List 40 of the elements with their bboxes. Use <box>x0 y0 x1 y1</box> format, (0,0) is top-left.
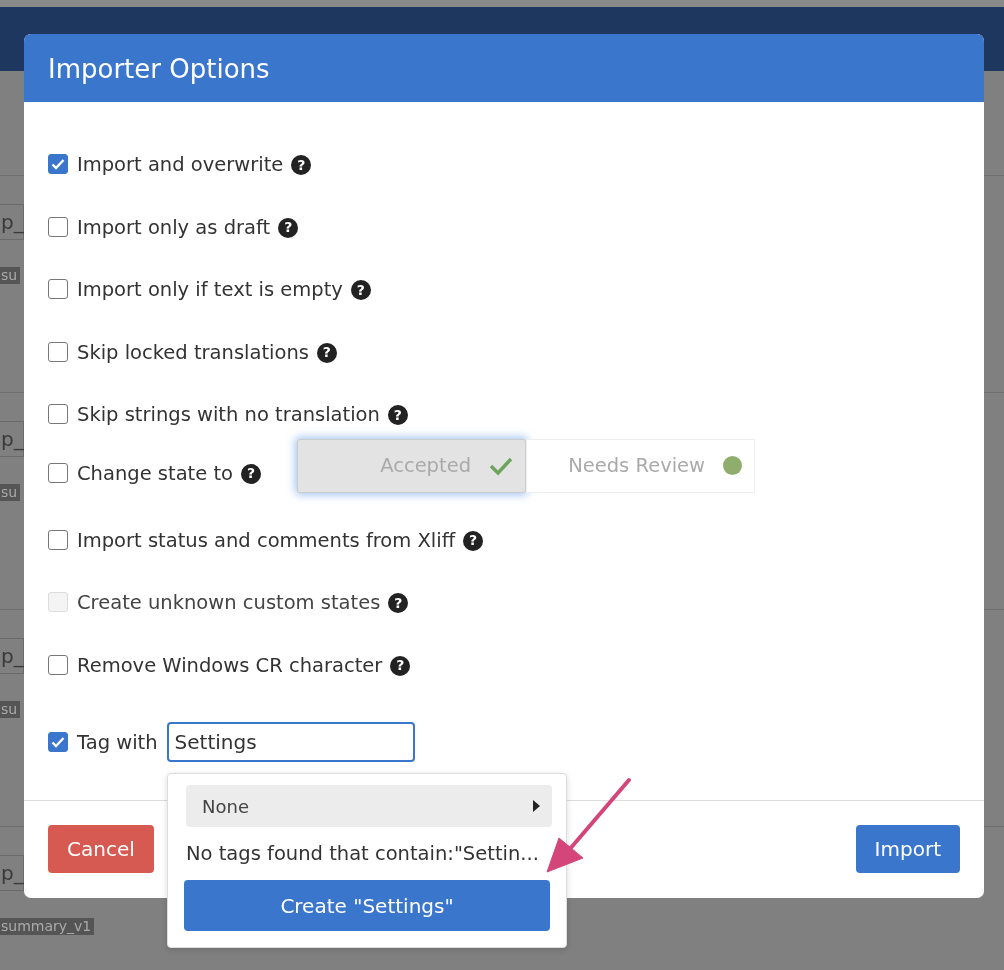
cancel-button[interactable]: Cancel <box>48 825 154 873</box>
help-icon[interactable]: ? <box>316 342 337 363</box>
help-icon[interactable]: ? <box>278 217 299 238</box>
checkbox[interactable] <box>48 154 68 174</box>
checkbox[interactable] <box>48 341 68 362</box>
label-tag: su <box>0 267 21 284</box>
item-label: None <box>202 794 249 819</box>
checkbox[interactable] <box>48 216 68 237</box>
help-icon[interactable]: ? <box>350 280 371 300</box>
checkbox[interactable] <box>48 732 68 752</box>
checkbox[interactable] <box>48 404 68 424</box>
option-label: Import only if text is empty <box>77 277 343 303</box>
label-tag: su <box>0 484 21 501</box>
checkbox[interactable] <box>48 279 68 299</box>
caret-icon <box>532 800 540 812</box>
import-button[interactable]: Import <box>855 825 960 873</box>
checkbox[interactable] <box>48 654 68 675</box>
option-label: Import status and comments from Xliff <box>77 527 456 554</box>
option-label: Skip locked translations <box>77 339 309 366</box>
option-label: Import only as draft <box>77 214 271 241</box>
checkbox[interactable] <box>48 529 68 550</box>
dropdown-item[interactable]: None <box>186 785 552 827</box>
option-label: Change state to <box>77 460 234 487</box>
option-label: Tag with <box>77 730 158 756</box>
help-icon[interactable]: ? <box>291 155 312 175</box>
option-label: Skip strings with no translation <box>77 402 380 428</box>
label-tag: summary_v1 <box>0 918 95 935</box>
option-label: Import and overwrite <box>77 152 284 178</box>
tag-input[interactable]: Settings <box>166 722 415 762</box>
checkbox[interactable] <box>48 462 68 483</box>
help-icon[interactable]: ? <box>387 405 408 425</box>
option-label: Create unknown custom states <box>77 590 381 616</box>
no-results-message: No tags found that contain:"Settin... <box>186 841 540 867</box>
label-tag: su <box>0 701 21 718</box>
create-tag-button[interactable]: Create "Settings" <box>184 880 550 932</box>
help-icon[interactable]: ? <box>241 463 262 484</box>
option-label: Remove Windows CR character <box>77 652 383 679</box>
help-icon[interactable]: ? <box>463 530 484 551</box>
help-icon[interactable]: ? <box>390 655 411 676</box>
dialog-title: Importer Options <box>24 34 984 102</box>
